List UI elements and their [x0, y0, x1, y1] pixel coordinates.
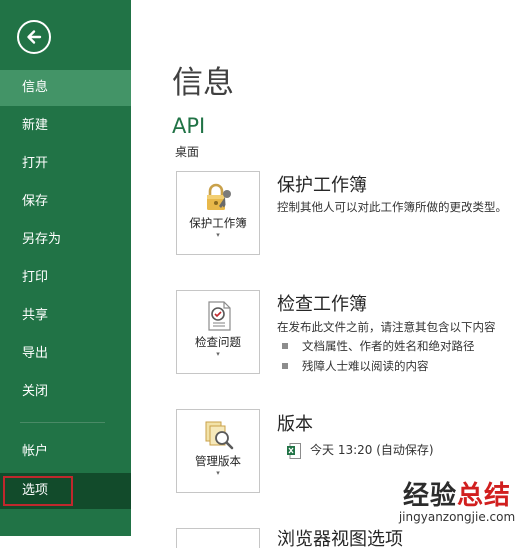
version-entry[interactable]: 今天 13:20 (自动保存) — [287, 441, 434, 459]
protect-workbook-button[interactable]: 保护工作簿 ▾ — [176, 171, 260, 255]
chevron-down-icon: ▾ — [216, 231, 220, 239]
check-for-issues-tile-label: 检查问题 — [195, 335, 241, 349]
back-arrow-icon — [27, 30, 42, 44]
menu-item-account[interactable]: 帐户 — [0, 434, 131, 470]
inspect-workbook-description: 在发布此文件之前，请注意其包含以下内容 — [277, 320, 496, 334]
watermark-brand-part1: 经验 — [402, 481, 457, 511]
bullet-square-icon — [282, 362, 288, 369]
protect-workbook-description: 控制其他人可以对此工作簿所做的更改类型。 — [277, 200, 507, 214]
menu-item-save-as[interactable]: 另存为 — [0, 222, 131, 258]
watermark-brand-part2: 总结 — [457, 481, 512, 511]
menu-item-print[interactable]: 打印 — [0, 260, 131, 296]
chevron-down-icon: ▾ — [216, 350, 220, 358]
menu-item-new[interactable]: 新建 — [0, 108, 131, 144]
menu-item-close[interactable]: 关闭 — [0, 374, 131, 410]
browser-view-options-button[interactable] — [176, 528, 260, 548]
protect-workbook-tile-label: 保护工作簿 — [189, 216, 247, 230]
check-for-issues-button[interactable]: 检查问题 ▾ — [176, 290, 260, 374]
backstage-sidebar: 信息 新建 打开 保存 另存为 打印 共享 导出 关闭 帐户 选项 — [0, 0, 131, 536]
watermark-brand: 经验总结 — [391, 482, 523, 510]
menu-item-export[interactable]: 导出 — [0, 336, 131, 372]
watermark: 经验总结 jingyanzongjie.com — [391, 482, 523, 524]
bullet-square-icon — [282, 342, 288, 349]
document-path[interactable]: 桌面 — [175, 143, 199, 160]
browser-view-options-title: 浏览器视图选项 — [277, 529, 403, 550]
inspect-document-icon — [208, 301, 231, 331]
manage-versions-tile-label: 管理版本 — [195, 454, 241, 468]
menu-item-share[interactable]: 共享 — [0, 298, 131, 334]
menu-item-info[interactable]: 信息 — [0, 70, 131, 106]
inspect-bullet-text: 残障人士难以阅读的内容 — [302, 359, 429, 373]
watermark-url: jingyanzongjie.com — [398, 510, 516, 524]
back-button[interactable] — [17, 20, 51, 54]
version-entry-text: 今天 13:20 (自动保存) — [310, 443, 434, 457]
menu-item-open[interactable]: 打开 — [0, 146, 131, 182]
menu-item-save[interactable]: 保存 — [0, 184, 131, 220]
options-highlight-box — [3, 476, 73, 506]
excel-file-icon — [287, 442, 301, 459]
versions-title: 版本 — [277, 414, 313, 435]
chevron-down-icon: ▾ — [216, 469, 220, 477]
manage-versions-icon — [205, 421, 234, 450]
inspect-workbook-title: 检查工作簿 — [277, 294, 367, 315]
lock-key-icon — [207, 183, 231, 210]
document-name: API — [172, 114, 206, 138]
protect-workbook-title: 保护工作簿 — [277, 175, 367, 196]
sidebar-divider — [20, 422, 105, 423]
inspect-bullet-item: 文档属性、作者的姓名和绝对路径 — [282, 338, 475, 354]
page-title: 信息 — [172, 65, 234, 101]
manage-versions-button[interactable]: 管理版本 ▾ — [176, 409, 260, 493]
inspect-bullet-text: 文档属性、作者的姓名和绝对路径 — [302, 339, 475, 353]
inspect-bullet-item: 残障人士难以阅读的内容 — [282, 358, 429, 374]
